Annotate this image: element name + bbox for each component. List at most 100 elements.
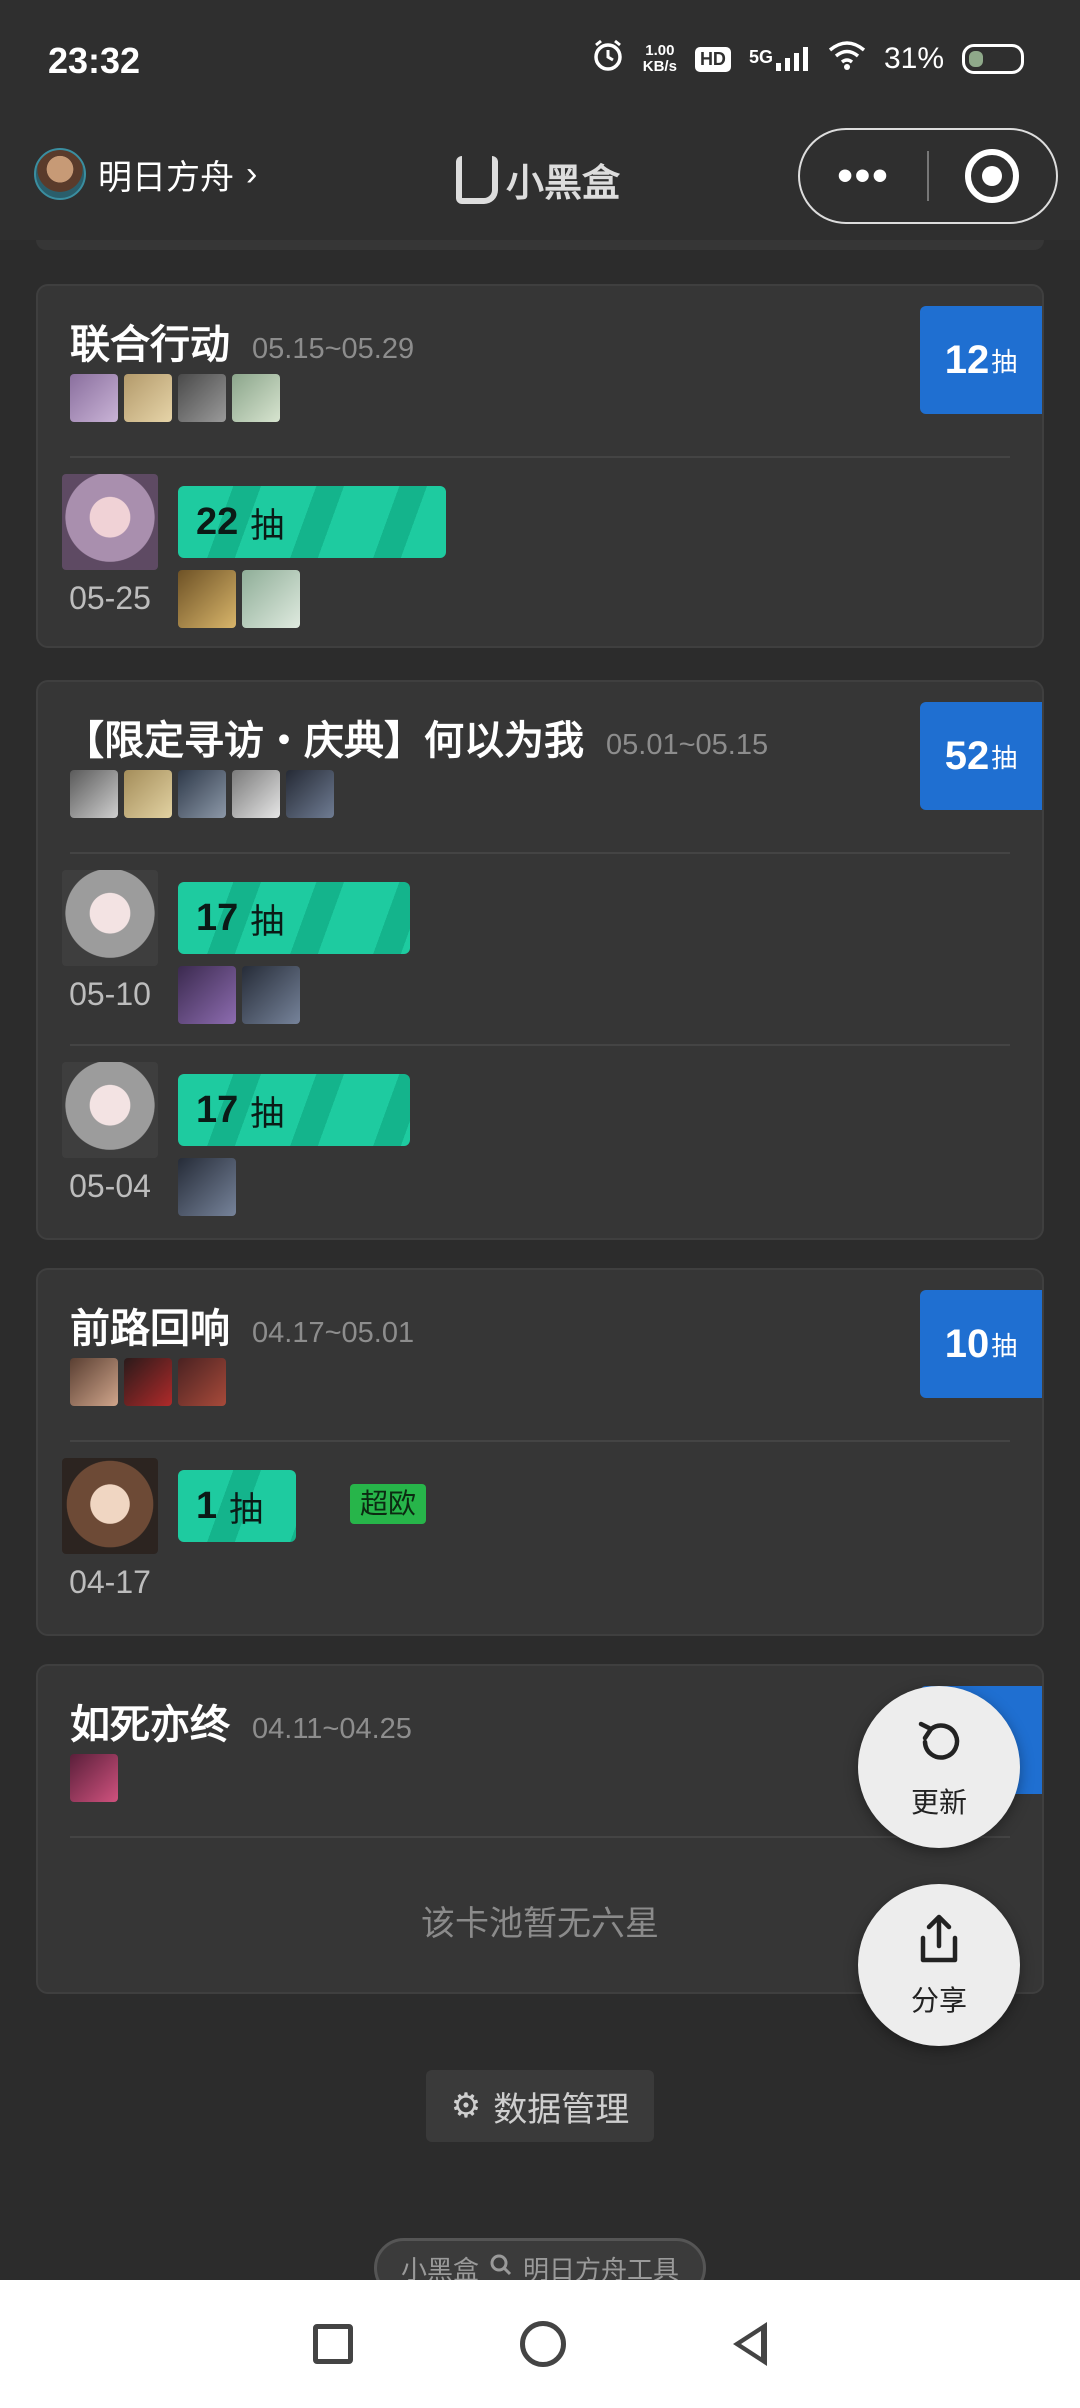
six-star-entry: 05-25 22 抽 xyxy=(62,474,1022,646)
pool-dates: 05.01~05.15 xyxy=(606,729,769,761)
operator-thumb xyxy=(124,374,172,422)
operator-thumb xyxy=(232,374,280,422)
operator-thumb xyxy=(70,770,118,818)
hd-badge: HD xyxy=(694,46,731,72)
share-icon xyxy=(911,1912,967,1973)
previous-card-edge xyxy=(36,240,1044,250)
data-manage-label: 数据管理 xyxy=(493,2090,630,2129)
footer-brand: 小黑盒 明日方舟工具 xyxy=(374,2238,706,2280)
alarm-icon xyxy=(591,38,625,80)
operator-thumbnails xyxy=(70,770,334,818)
entry-date: 05-04 xyxy=(69,1168,151,1204)
pool-name: 如死亦终 xyxy=(70,1703,230,1747)
operator-thumb xyxy=(124,1358,172,1406)
operator-thumb xyxy=(178,770,226,818)
operator-thumb xyxy=(70,1358,118,1406)
battery-percent: 31% xyxy=(883,42,944,75)
total-pulls-badge: 10 抽 xyxy=(920,1290,1042,1398)
pull-count-bar: 17 抽 xyxy=(178,882,410,954)
share-label: 分享 xyxy=(910,1984,967,2016)
status-time: 23:32 xyxy=(48,40,141,81)
divider xyxy=(70,1836,1010,1838)
heybox-logo-icon xyxy=(456,155,498,204)
gear-icon: ⚙ xyxy=(450,2087,482,2125)
share-button[interactable]: 分享 xyxy=(858,1884,1020,2046)
signal-icon: 5G xyxy=(749,47,810,71)
operator-thumb xyxy=(178,374,226,422)
operator-thumb xyxy=(242,966,300,1024)
brand-logo-text: 小黑盒 xyxy=(506,163,621,205)
pull-count-bar: 17 抽 xyxy=(178,1074,410,1146)
divider xyxy=(70,852,1010,854)
operator-thumb xyxy=(232,770,280,818)
pool-title: 【限定寻访・庆典】何以为我 05.01~05.15 xyxy=(64,708,768,766)
operator-thumb xyxy=(70,1754,118,1802)
data-manage-button[interactable]: ⚙ 数据管理 xyxy=(426,2070,654,2142)
pool-dates: 04.11~04.25 xyxy=(252,1713,412,1745)
close-target-button[interactable] xyxy=(929,149,1056,203)
operator-thumb xyxy=(178,1358,226,1406)
pull-count-bar: 22 抽 xyxy=(178,486,446,558)
total-pulls-badge: 52 抽 xyxy=(920,702,1042,810)
entry-date: 05-25 xyxy=(69,580,151,616)
home-button[interactable] xyxy=(519,2321,566,2367)
pool-dates: 05.15~05.29 xyxy=(252,333,415,365)
app-name: 明日方舟 xyxy=(98,158,234,197)
operator-thumb xyxy=(124,770,172,818)
pool-name: 【限定寻访・庆典】何以为我 xyxy=(64,719,584,763)
pool-dates: 04.17~05.01 xyxy=(252,1317,415,1349)
status-bar: 23:32 1.00 KB/s HD 5G 31% xyxy=(0,0,1080,120)
pool-name: 前路回响 xyxy=(70,1307,230,1351)
more-dots-icon[interactable]: ••• xyxy=(800,151,927,201)
pool-name: 联合行动 xyxy=(70,323,230,367)
total-pulls-badge: 12 抽 xyxy=(920,306,1042,414)
six-star-entry: 05-04 17 抽 xyxy=(62,1062,1022,1234)
app-avatar xyxy=(34,148,86,200)
pool-card: 【限定寻访・庆典】何以为我 05.01~05.15 52 抽 05-10 17 抽 xyxy=(36,680,1044,1240)
lucky-tag: 超欧 xyxy=(350,1484,427,1524)
operator-portrait xyxy=(62,870,158,966)
chevron-right-icon: › xyxy=(246,154,258,193)
refresh-icon xyxy=(911,1714,967,1775)
pool-card: 联合行动 05.15~05.29 12 抽 05-25 22 抽 xyxy=(36,284,1044,648)
operator-thumbnails xyxy=(70,1754,118,1802)
operator-thumb xyxy=(286,770,334,818)
operator-thumb xyxy=(178,1158,236,1216)
pull-count-bar: 1抽 xyxy=(178,1470,296,1542)
net-speed: 1.00 KB/s xyxy=(642,42,677,75)
operator-thumbnails xyxy=(70,374,280,422)
refresh-button[interactable]: 更新 xyxy=(858,1686,1020,1848)
refresh-label: 更新 xyxy=(910,1786,967,1818)
divider xyxy=(70,1440,1010,1442)
system-nav-bar xyxy=(0,2280,1080,2408)
operator-thumb xyxy=(242,570,300,628)
app-switcher[interactable]: 明日方舟 › xyxy=(34,148,257,200)
entry-date: 04-17 xyxy=(69,1564,151,1600)
target-icon xyxy=(965,149,1020,203)
footer-search-text: 明日方舟工具 xyxy=(523,2254,680,2281)
battery-icon xyxy=(962,44,1024,74)
operator-portrait xyxy=(62,1062,158,1158)
extra-operators xyxy=(178,570,300,628)
divider xyxy=(70,456,1010,458)
search-icon xyxy=(489,2253,513,2281)
footer-brand-text: 小黑盒 xyxy=(400,2254,479,2281)
operator-thumb xyxy=(70,374,118,422)
pool-title: 如死亦终 04.11~04.25 xyxy=(70,1692,412,1750)
status-icons: 1.00 KB/s HD 5G 31% xyxy=(591,38,1024,80)
operator-portrait xyxy=(62,1458,158,1554)
pool-title: 联合行动 05.15~05.29 xyxy=(70,312,414,370)
operator-thumb xyxy=(178,570,236,628)
wifi-icon xyxy=(828,40,866,78)
entry-date: 05-10 xyxy=(69,976,151,1012)
pool-card: 前路回响 04.17~05.01 10 抽 04-17 1抽 超欧 xyxy=(36,1268,1044,1636)
back-button[interactable] xyxy=(732,2322,767,2366)
pool-title: 前路回响 04.17~05.01 xyxy=(70,1296,414,1354)
recents-button[interactable] xyxy=(313,2324,354,2364)
mini-program-capsule: ••• xyxy=(798,128,1058,224)
operator-portrait xyxy=(62,474,158,570)
operator-thumb xyxy=(178,966,236,1024)
operator-thumbnails xyxy=(70,1358,226,1406)
six-star-entry: 04-17 1抽 超欧 xyxy=(62,1458,1022,1630)
six-star-entry: 05-10 17 抽 xyxy=(62,870,1022,1042)
